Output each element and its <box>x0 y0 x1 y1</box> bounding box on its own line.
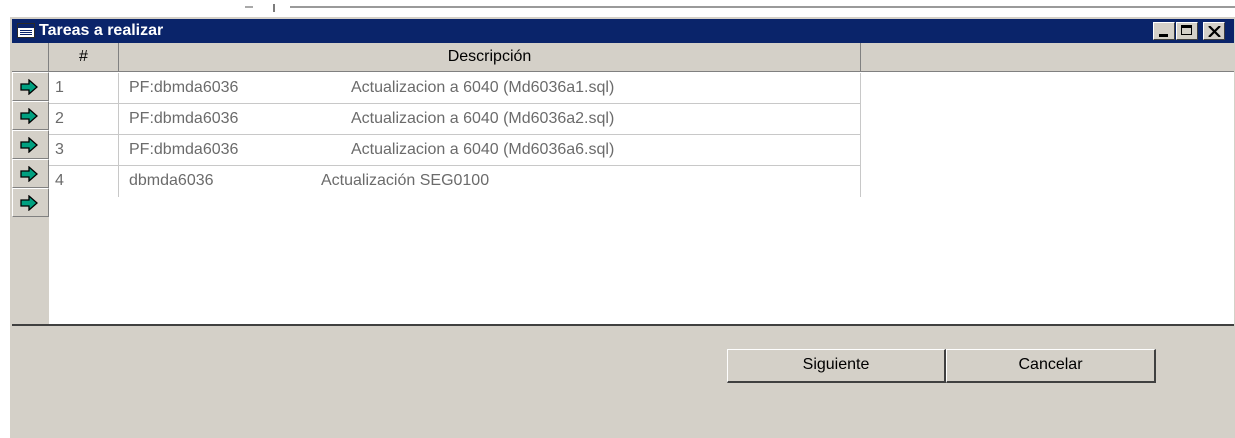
row-action: Actualizacion a 6040 (Md6036a1.sql) <box>351 79 615 96</box>
row-number[interactable]: 1 <box>49 73 119 104</box>
background-window-edge <box>0 0 1235 16</box>
row-database: PF:dbmda6036 <box>129 141 239 158</box>
arrow-right-icon <box>20 79 38 95</box>
row-number[interactable]: 2 <box>49 104 119 135</box>
row-description[interactable]: PF:dbmda6036 Actualizacion a 6040 (Md603… <box>119 104 861 135</box>
row-number[interactable]: 4 <box>49 166 119 197</box>
tasks-grid[interactable]: # Descripción 1 PF:dbmda6036 Actualizaci… <box>12 43 1234 326</box>
close-icon[interactable] <box>1203 22 1225 40</box>
row-action: Actualizacion a 6040 (Md6036a2.sql) <box>351 110 615 127</box>
tasks-window: Tareas a realizar # Descripción 1 PF:dbm… <box>9 16 1235 438</box>
row-selector-2[interactable] <box>12 101 49 130</box>
arrow-right-icon <box>20 195 38 211</box>
maximize-icon[interactable] <box>1176 22 1198 40</box>
row-selector-3[interactable] <box>12 130 49 159</box>
table-row[interactable]: 1 PF:dbmda6036 Actualizacion a 6040 (Md6… <box>49 73 861 104</box>
row-description[interactable]: dbmda6036 Actualización SEG0100 <box>119 166 861 197</box>
row-description[interactable]: PF:dbmda6036 Actualizacion a 6040 (Md603… <box>119 135 861 166</box>
arrow-right-icon <box>20 108 38 124</box>
row-action: Actualizacion a 6040 (Md6036a6.sql) <box>351 141 615 158</box>
row-number[interactable]: 3 <box>49 135 119 166</box>
row-selector-new[interactable] <box>12 188 49 217</box>
row-database: PF:dbmda6036 <box>129 79 239 96</box>
table-row[interactable]: 4 dbmda6036 Actualización SEG0100 <box>49 166 861 197</box>
arrow-right-icon <box>20 137 38 153</box>
cancel-button[interactable]: Cancelar <box>946 349 1156 383</box>
row-action: Actualización SEG0100 <box>321 172 490 189</box>
arrow-right-icon <box>20 166 38 182</box>
background-edge <box>0 0 9 438</box>
row-selector-4[interactable] <box>12 159 49 188</box>
window-app-icon[interactable] <box>17 23 35 38</box>
row-description[interactable]: PF:dbmda6036 Actualizacion a 6040 (Md603… <box>119 73 861 104</box>
row-database: PF:dbmda6036 <box>129 110 239 127</box>
table-row[interactable]: 3 PF:dbmda6036 Actualizacion a 6040 (Md6… <box>49 135 861 166</box>
row-selector-1[interactable] <box>12 72 49 101</box>
column-header-number[interactable]: # <box>49 43 119 72</box>
title-bar[interactable]: Tareas a realizar <box>12 19 1234 43</box>
row-database: dbmda6036 <box>129 172 214 189</box>
header-empty-area <box>861 43 1234 72</box>
column-header-description[interactable]: Descripción <box>119 43 861 72</box>
row-selector-column <box>12 72 49 324</box>
next-button[interactable]: Siguiente <box>727 349 946 383</box>
table-row[interactable]: 2 PF:dbmda6036 Actualizacion a 6040 (Md6… <box>49 104 861 135</box>
grid-corner-header[interactable] <box>12 43 49 72</box>
minimize-icon[interactable] <box>1153 22 1175 40</box>
window-title: Tareas a realizar <box>39 22 164 39</box>
